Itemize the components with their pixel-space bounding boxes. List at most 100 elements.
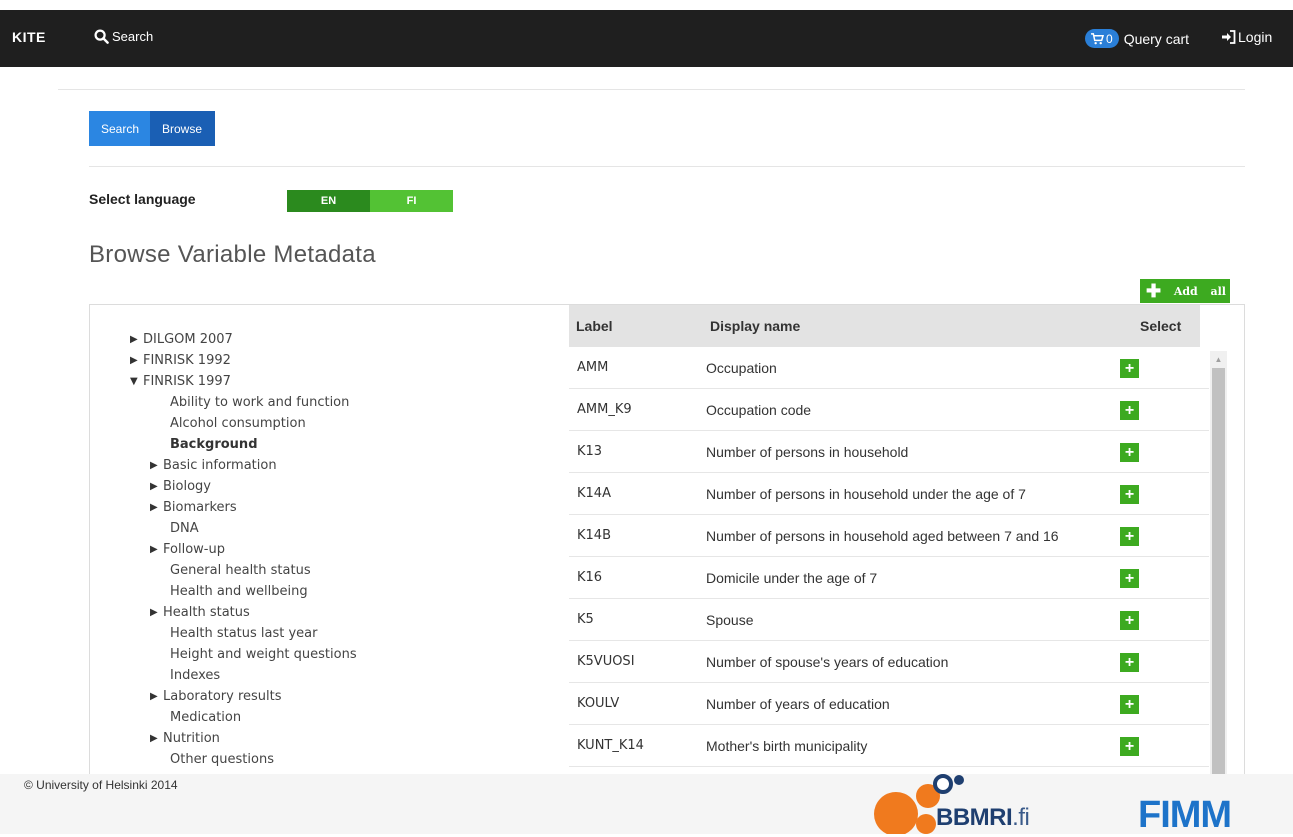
tree-item-label: Medication: [170, 710, 242, 725]
cart-label: Query cart: [1123, 30, 1190, 47]
tree-item-label: Health status last year: [170, 626, 318, 641]
tree-item[interactable]: ▶ DILGOM 2007: [130, 329, 357, 350]
caret-right-icon[interactable]: ▶: [150, 497, 163, 518]
add-variable-button[interactable]: +: [1120, 359, 1139, 378]
mode-tabs: Search Browse: [89, 111, 215, 146]
variable-display-name: Number of persons in household under the…: [706, 486, 1026, 502]
variable-label: AMM_K9: [577, 402, 632, 417]
login-link[interactable]: Login: [1222, 29, 1272, 45]
table-row: K5 Spouse +: [569, 599, 1209, 641]
copyright-text: © University of Helsinki 2014: [24, 778, 178, 792]
add-all-button[interactable]: ✚ Add all: [1140, 279, 1230, 303]
column-header-label: Label: [576, 318, 613, 334]
tree-item[interactable]: ▶ Biology: [130, 476, 357, 497]
nav-search-label: Search: [112, 29, 154, 44]
tree-item[interactable]: DNA: [130, 518, 357, 539]
tree-item[interactable]: Indexes: [130, 665, 357, 686]
tree-item[interactable]: General health status: [130, 560, 357, 581]
tree-item[interactable]: Health and wellbeing: [130, 581, 357, 602]
scroll-up-arrow-icon[interactable]: ▲: [1210, 351, 1227, 368]
tree-item[interactable]: Health status last year: [130, 623, 357, 644]
tree-item-label: Ability to work and function: [170, 395, 350, 410]
tree-item[interactable]: Height and weight questions: [130, 644, 357, 665]
tree-item[interactable]: Background: [130, 434, 357, 455]
variable-label: KUNT_K14: [577, 738, 644, 753]
add-variable-button[interactable]: +: [1120, 653, 1139, 672]
table-row: AMM Occupation +: [569, 347, 1209, 389]
tree-item[interactable]: ▶ FINRISK 1992: [130, 350, 357, 371]
page-title: Browse Variable Metadata: [89, 241, 376, 268]
tree-item-label: Health status: [163, 605, 250, 620]
tab-browse[interactable]: Browse: [150, 111, 215, 146]
brand-logo[interactable]: KITE: [12, 29, 46, 45]
variable-label: K14A: [577, 486, 611, 501]
caret-right-icon[interactable]: ▶: [150, 686, 163, 707]
tree-item[interactable]: ▶ Biomarkers: [130, 497, 357, 518]
variable-label: K16: [577, 570, 603, 585]
tree-item[interactable]: Ability to work and function: [130, 392, 357, 413]
variable-display-name: Domicile under the age of 7: [706, 570, 878, 586]
tree-item[interactable]: ▶ Basic information: [130, 455, 357, 476]
language-en-button[interactable]: EN: [287, 190, 370, 212]
tree-item[interactable]: ▼ FINRISK 1997: [130, 371, 357, 392]
tab-search[interactable]: Search: [89, 111, 150, 146]
language-fi-button[interactable]: FI: [370, 190, 453, 212]
table-row: K14A Number of persons in household under…: [569, 473, 1209, 515]
variables-table-panel: Label Display name Select AMM Occupation +…: [555, 304, 1245, 779]
divider: [89, 166, 1245, 167]
query-cart-link[interactable]: 0 Query cart: [1085, 29, 1189, 48]
table-scrollbar[interactable]: ▲: [1210, 351, 1227, 778]
caret-right-icon[interactable]: ▶: [150, 539, 163, 560]
tree-item[interactable]: ▶ Follow-up: [130, 539, 357, 560]
tree-item-label: Follow-up: [163, 542, 225, 557]
tree-item-label: DNA: [170, 521, 199, 536]
add-variable-button[interactable]: +: [1120, 401, 1139, 420]
table-row: K13 Number of persons in household +: [569, 431, 1209, 473]
add-variable-button[interactable]: +: [1120, 569, 1139, 588]
table-body: AMM Occupation + AMM_K9 Occupation code + K13 N…: [569, 347, 1209, 778]
variable-display-name: Number of spouse's years of education: [706, 654, 949, 670]
add-variable-button[interactable]: +: [1120, 695, 1139, 714]
caret-down-icon[interactable]: ▼: [130, 371, 143, 392]
tree-item-label: Biology: [163, 479, 211, 494]
tree-item[interactable]: Alcohol consumption: [130, 413, 357, 434]
tree-item[interactable]: ▶ Laboratory results: [130, 686, 357, 707]
variable-display-name: Number of persons in household: [706, 444, 909, 460]
top-navbar: KITE Search 0 Query cart Login: [0, 10, 1293, 67]
variable-label: K14B: [577, 528, 611, 543]
tree-item[interactable]: ▶ Nutrition: [130, 728, 357, 749]
bbmri-logo-text: BBMRI.fi: [936, 804, 1030, 831]
variable-label: K13: [577, 444, 603, 459]
variable-label: AMM: [577, 360, 609, 375]
add-variable-button[interactable]: +: [1120, 737, 1139, 756]
add-variable-button[interactable]: +: [1120, 611, 1139, 630]
divider: [58, 89, 1245, 90]
language-toggle: EN FI: [287, 190, 453, 212]
scrollbar-thumb[interactable]: [1212, 368, 1225, 778]
tree-item-label: Nutrition: [163, 731, 220, 746]
caret-right-icon[interactable]: ▶: [150, 728, 163, 749]
column-header-display-name: Display name: [710, 318, 801, 334]
table-row: K16 Domicile under the age of 7 +: [569, 557, 1209, 599]
caret-right-icon[interactable]: ▶: [130, 350, 143, 371]
category-tree: ▶ DILGOM 2007 ▶ FINRISK 1992 ▼ FINRISK 1997 Ab…: [130, 329, 357, 778]
select-language-label: Select language: [89, 191, 196, 207]
variable-display-name: Occupation code: [706, 402, 812, 418]
column-header-select: Select: [1140, 318, 1182, 334]
variable-label: KOULV: [577, 696, 620, 711]
add-variable-button[interactable]: +: [1120, 443, 1139, 462]
caret-right-icon[interactable]: ▶: [130, 329, 143, 350]
tree-item-label: Indexes: [170, 668, 221, 683]
variable-display-name: Number of years of education: [706, 696, 890, 712]
add-variable-button[interactable]: +: [1120, 485, 1139, 504]
caret-right-icon[interactable]: ▶: [150, 602, 163, 623]
tree-item-label: Alcohol consumption: [170, 416, 306, 431]
caret-right-icon[interactable]: ▶: [150, 476, 163, 497]
login-icon: [1222, 30, 1236, 44]
caret-right-icon[interactable]: ▶: [150, 455, 163, 476]
nav-search-link[interactable]: Search: [94, 29, 153, 44]
tree-item[interactable]: Other questions: [130, 749, 357, 770]
tree-item[interactable]: ▶ Health status: [130, 602, 357, 623]
tree-item[interactable]: Medication: [130, 707, 357, 728]
add-variable-button[interactable]: +: [1120, 527, 1139, 546]
